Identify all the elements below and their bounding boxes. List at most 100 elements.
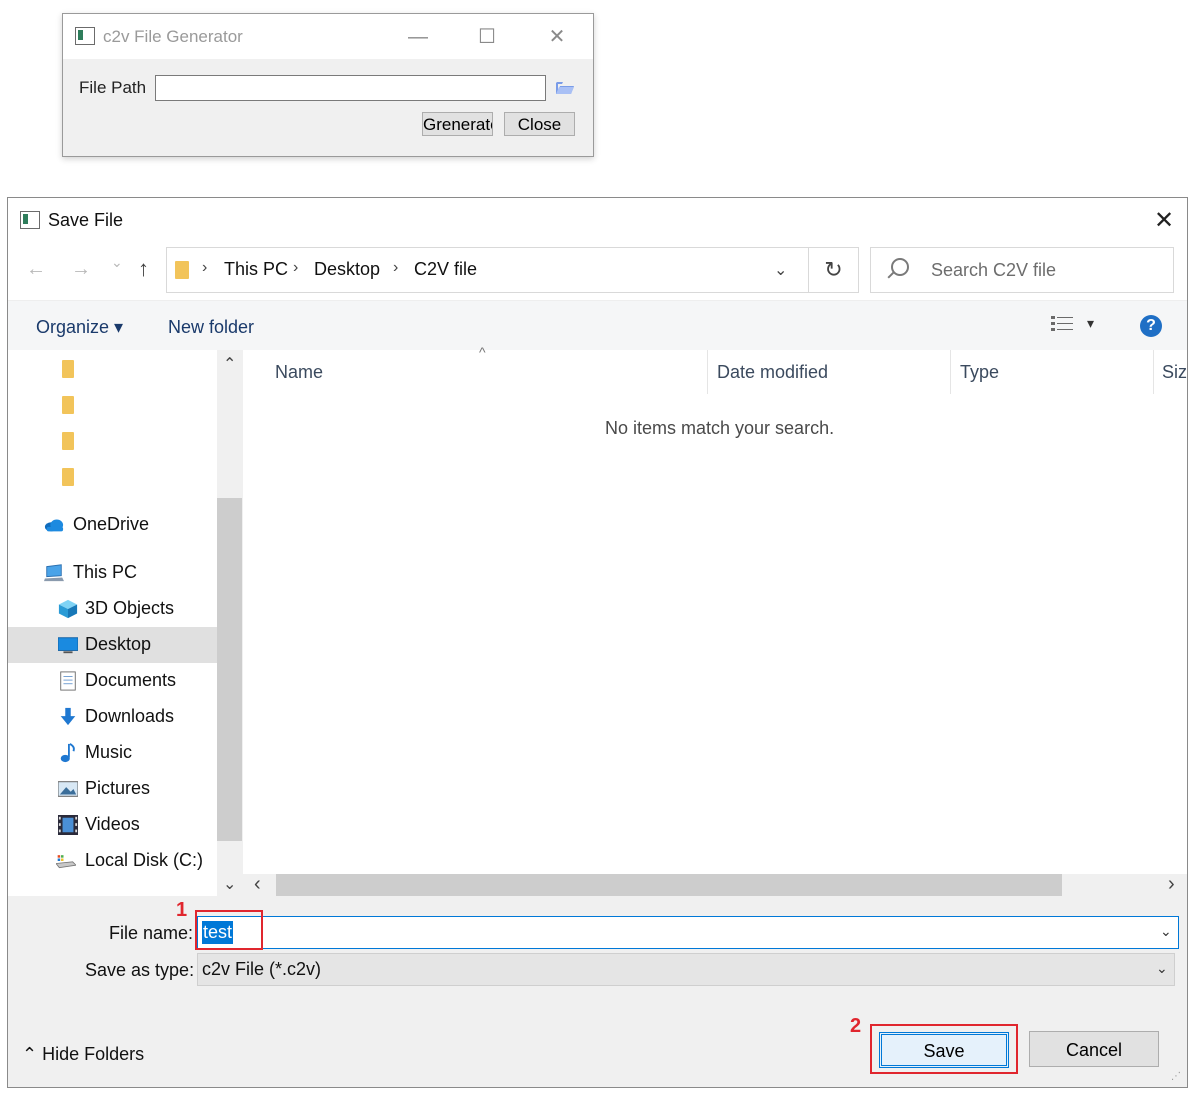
- minimize-button[interactable]: —: [395, 24, 441, 50]
- sidebar-item-label: This PC: [73, 562, 138, 582]
- new-folder-button[interactable]: New folder: [168, 317, 254, 338]
- desktop-icon: [58, 637, 78, 654]
- search-input[interactable]: Search C2V file: [870, 247, 1174, 293]
- sidebar-item-3d-objects[interactable]: 3D Objects: [8, 591, 217, 627]
- back-arrow-icon[interactable]: ←: [26, 258, 46, 281]
- breadcrumb-separator[interactable]: ›: [393, 259, 398, 277]
- file-name-label: File name:: [109, 923, 194, 943]
- nav-pane-scroll-thumb[interactable]: [217, 498, 242, 841]
- file-path-label: File Path: [79, 78, 147, 97]
- generate-button[interactable]: Grenerate: [422, 112, 493, 136]
- save-as-type-select[interactable]: c2v File (*.c2v) ⌄: [197, 953, 1175, 986]
- breadcrumb-separator[interactable]: ›: [202, 259, 207, 277]
- scroll-left-icon[interactable]: ‹: [254, 874, 261, 894]
- generator-close-icon[interactable]: ✕: [534, 24, 580, 50]
- sidebar-item-label: Downloads: [85, 706, 175, 726]
- dialog-close-icon[interactable]: ✕: [1149, 206, 1179, 236]
- quick-access-folder[interactable]: [8, 386, 217, 422]
- computer-icon: [44, 564, 64, 582]
- sidebar-item-label: Local Disk (C:): [85, 850, 204, 870]
- sort-ascending-icon: ^: [479, 344, 486, 360]
- column-header-date-modified[interactable]: Date modified: [717, 362, 828, 383]
- column-divider[interactable]: [1153, 350, 1154, 394]
- breadcrumb-separator[interactable]: ›: [293, 259, 298, 277]
- refresh-button[interactable]: ↻: [808, 247, 859, 293]
- view-options-icon[interactable]: [1051, 315, 1073, 333]
- sidebar-item-label: Videos: [85, 814, 140, 834]
- sidebar-item-desktop[interactable]: Desktop: [8, 627, 217, 663]
- sidebar-item-this-pc[interactable]: This PC: [8, 555, 217, 591]
- documents-icon: [60, 671, 76, 691]
- save-as-type-label: Save as type:: [85, 960, 195, 980]
- save-file-dialog: Save File ✕ ← → ⌄ ↑ › This PC › Desktop …: [7, 197, 1188, 1088]
- resize-grip[interactable]: ⋰: [1171, 1071, 1181, 1082]
- folder-icon: [62, 468, 74, 486]
- app-icon: [20, 211, 40, 229]
- annotation-highlight-2: [870, 1024, 1018, 1074]
- generator-window: c2v File Generator — ☐ ✕ File Path Grene…: [62, 13, 594, 157]
- save-as-type-value: c2v File (*.c2v): [202, 959, 322, 979]
- breadcrumb-desktop[interactable]: Desktop: [314, 259, 380, 280]
- cancel-button[interactable]: Cancel: [1029, 1031, 1159, 1067]
- help-icon[interactable]: ?: [1140, 315, 1162, 337]
- sidebar-item-label: Desktop: [85, 634, 152, 654]
- address-dropdown-chevron-icon[interactable]: ⌄: [774, 260, 787, 280]
- organize-button[interactable]: Organize ▾: [36, 317, 123, 338]
- address-bar[interactable]: › This PC › Desktop › C2V file ⌄: [166, 247, 809, 293]
- forward-arrow-icon[interactable]: →: [71, 258, 91, 281]
- music-icon: [60, 743, 75, 763]
- sidebar-item-music[interactable]: Music: [8, 735, 217, 771]
- sidebar-item-local-disk[interactable]: Local Disk (C:): [8, 843, 217, 879]
- quick-access-folder[interactable]: [8, 350, 217, 386]
- annotation-number-2: 2: [850, 1015, 862, 1037]
- save-as-type-chevron-icon[interactable]: ⌄: [1156, 960, 1168, 977]
- sidebar-item-documents[interactable]: Documents: [8, 663, 217, 699]
- folder-icon: [62, 432, 74, 450]
- horizontal-scroll-thumb[interactable]: [276, 874, 1062, 896]
- quick-access-folder[interactable]: [8, 422, 217, 458]
- download-icon: [60, 707, 76, 726]
- onedrive-icon: [44, 519, 64, 532]
- column-header-size[interactable]: Size: [1162, 362, 1187, 383]
- view-dropdown-icon[interactable]: ▾: [1087, 315, 1094, 332]
- sidebar-item-pictures[interactable]: Pictures: [8, 771, 217, 807]
- up-arrow-icon[interactable]: ↑: [138, 256, 149, 282]
- scroll-right-icon[interactable]: ›: [1168, 874, 1175, 894]
- sidebar-item-videos[interactable]: Videos: [8, 807, 217, 843]
- sidebar-item-onedrive[interactable]: OneDrive: [8, 507, 217, 543]
- sidebar-item-label: Music: [85, 742, 133, 762]
- folder-icon: [175, 261, 189, 279]
- quick-access-folder[interactable]: [8, 458, 217, 494]
- sidebar-item-downloads[interactable]: Downloads: [8, 699, 217, 735]
- folder-open-icon[interactable]: [556, 81, 574, 95]
- file-path-input[interactable]: [155, 75, 546, 101]
- cube-icon: [58, 599, 78, 619]
- sidebar-item-label: 3D Objects: [85, 598, 175, 618]
- breadcrumb-c2v-file[interactable]: C2V file: [414, 259, 477, 280]
- column-divider[interactable]: [950, 350, 951, 394]
- column-header-type[interactable]: Type: [960, 362, 999, 383]
- scroll-up-icon[interactable]: ⌃: [223, 354, 236, 374]
- column-divider[interactable]: [707, 350, 708, 394]
- folder-icon: [62, 360, 74, 378]
- file-name-input[interactable]: test ⌄: [197, 916, 1179, 949]
- hide-folders-toggle[interactable]: ⌃ Hide Folders: [22, 1044, 144, 1065]
- empty-state-message: No items match your search.: [605, 418, 835, 438]
- maximize-button[interactable]: ☐: [464, 24, 510, 50]
- recent-locations-chevron-icon[interactable]: ⌄: [111, 254, 123, 271]
- search-icon: [891, 258, 909, 276]
- navigation-pane: OneDrive This PC 3D Objects Desktop Docu…: [8, 350, 217, 896]
- app-icon: [75, 27, 95, 45]
- navigation-bar: ← → ⌄ ↑ › This PC › Desktop › C2V file ⌄…: [8, 242, 1187, 300]
- file-name-dropdown-chevron-icon[interactable]: ⌄: [1160, 923, 1172, 940]
- breadcrumb-this-pc[interactable]: This PC: [224, 259, 288, 280]
- column-header-name[interactable]: Name: [275, 362, 323, 383]
- dialog-title-bar: Save File ✕: [8, 198, 1187, 242]
- scroll-down-icon[interactable]: ⌄: [223, 874, 236, 894]
- annotation-highlight-1: [195, 910, 263, 950]
- close-button[interactable]: Close: [504, 112, 575, 136]
- annotation-number-1: 1: [176, 899, 188, 921]
- sidebar-item-label: Pictures: [85, 778, 151, 798]
- dialog-title: Save File: [48, 210, 124, 230]
- generator-title: c2v File Generator: [103, 27, 243, 46]
